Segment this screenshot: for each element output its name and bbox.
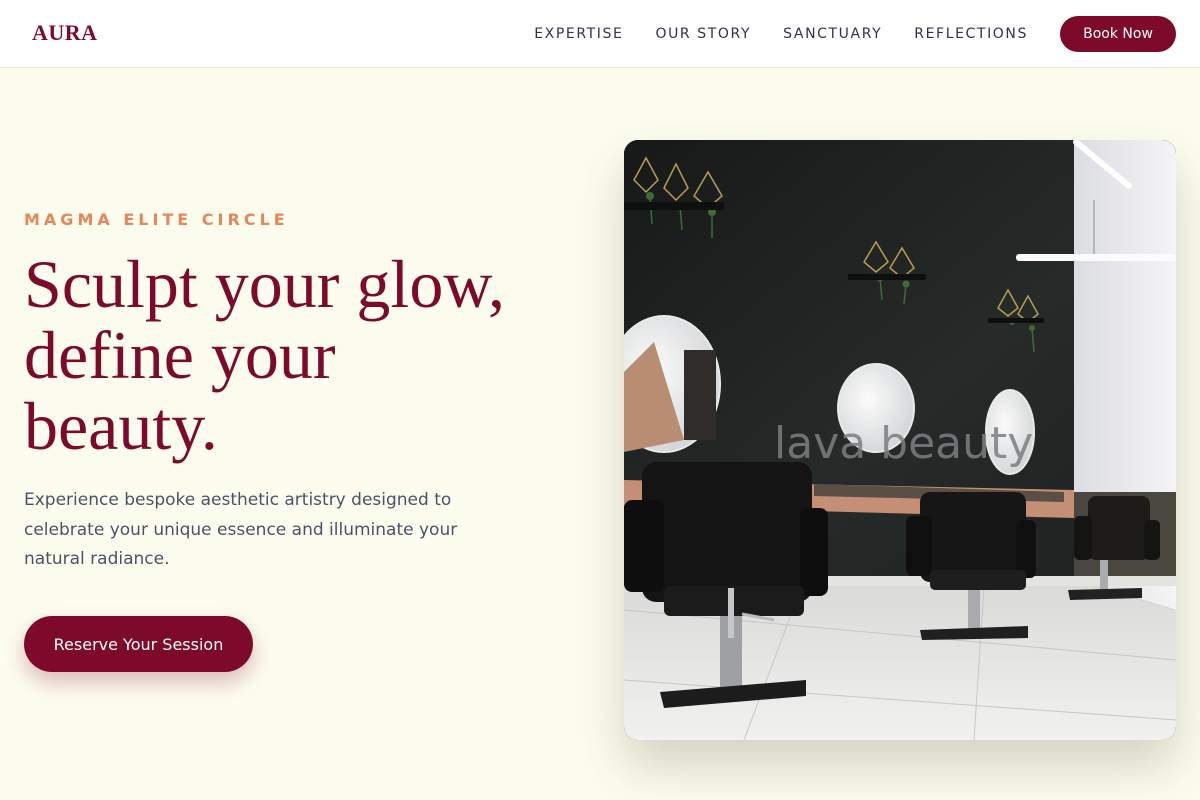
nav-link-expertise[interactable]: EXPERTISE [534, 16, 623, 52]
book-now-button[interactable]: Book Now [1060, 16, 1176, 52]
reserve-session-button[interactable]: Reserve Your Session [24, 616, 253, 672]
brand-logo[interactable]: AURA [32, 20, 98, 46]
headline-line: define your [24, 317, 336, 393]
hero-text-block: MAGMA ELITE CIRCLE Sculpt your glow, def… [24, 210, 584, 575]
nav-link-sanctuary[interactable]: SANCTUARY [783, 16, 882, 52]
headline-line: beauty. [24, 388, 218, 464]
primary-nav: EXPERTISE OUR STORY SANCTUARY REFLECTION… [534, 16, 1176, 52]
hero-subcopy: Experience bespoke aesthetic artistry de… [24, 490, 458, 569]
hero-eyebrow: MAGMA ELITE CIRCLE [24, 210, 289, 229]
wall-sign: lava beauty [774, 418, 1033, 469]
nav-link-our-story[interactable]: OUR STORY [655, 16, 751, 52]
hero-headline: Sculpt your glow, define your beauty. [24, 249, 584, 462]
headline-line: Sculpt your glow, [24, 246, 506, 322]
nav-link-reflections[interactable]: REFLECTIONS [914, 16, 1028, 52]
top-navbar: AURA EXPERTISE OUR STORY SANCTUARY REFLE… [0, 0, 1200, 68]
salon-interior-photo: lava beauty [624, 140, 1176, 740]
